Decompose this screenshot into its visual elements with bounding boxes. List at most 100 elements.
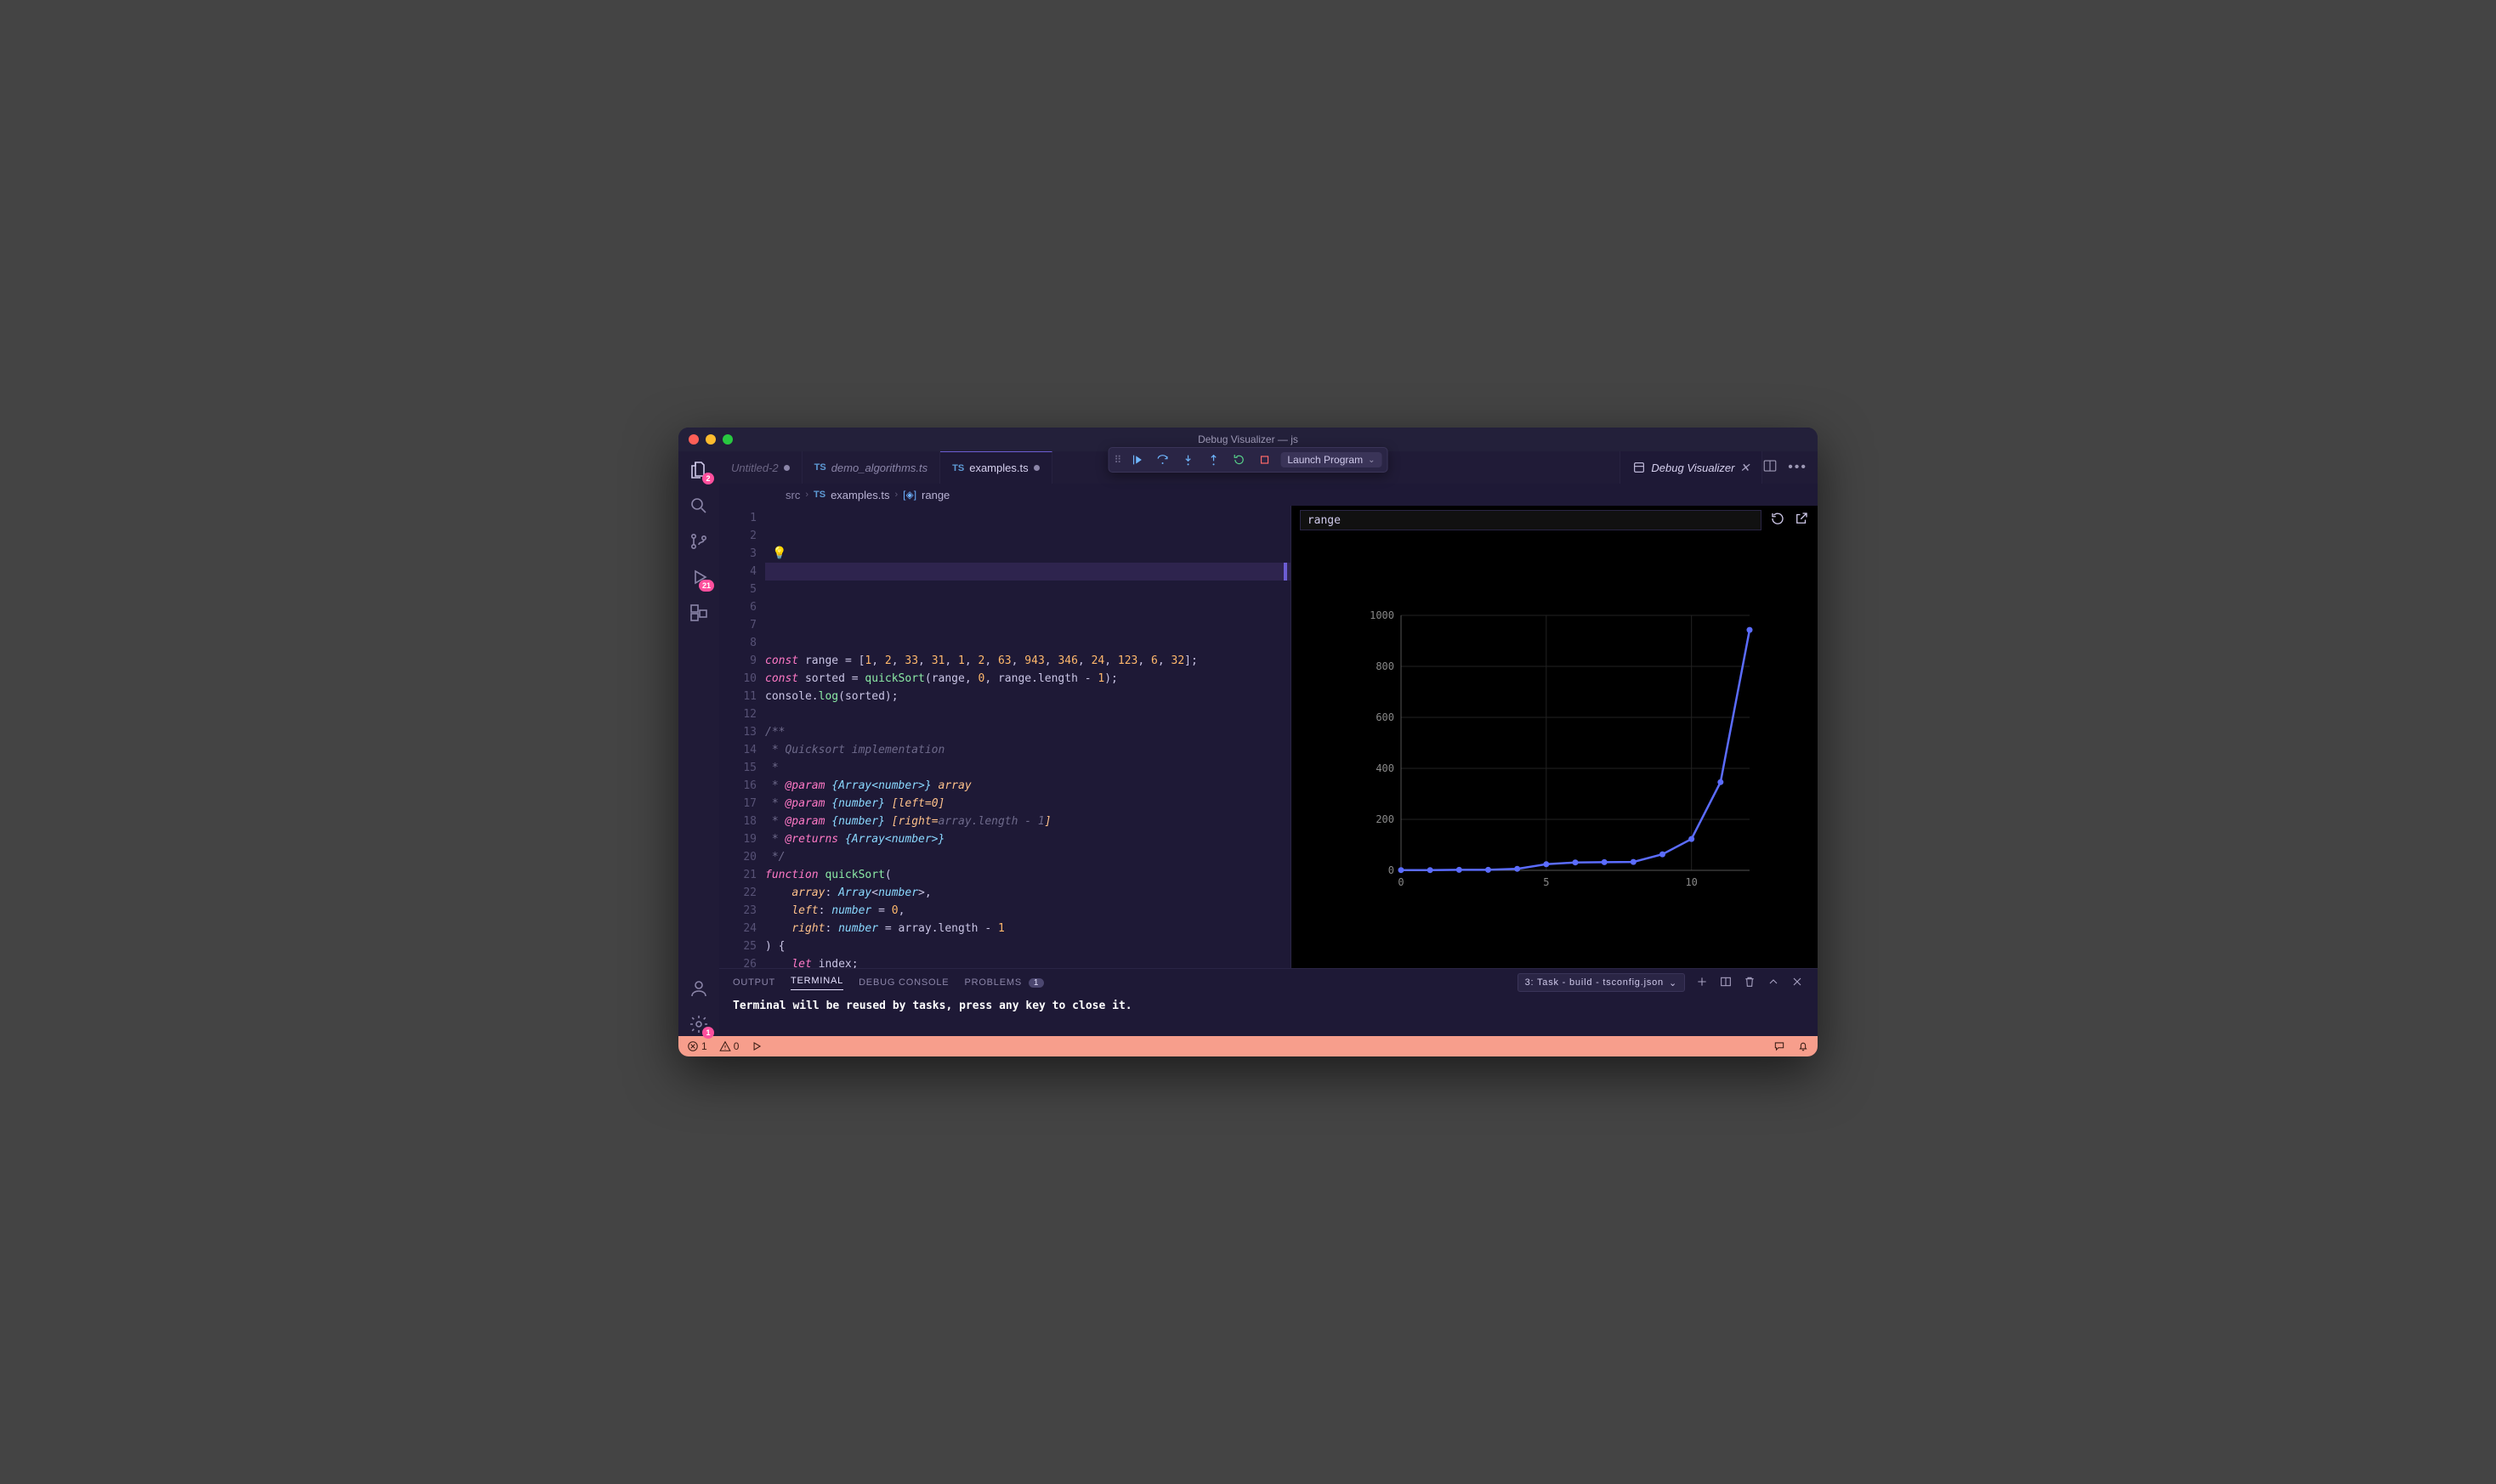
typescript-icon: TS — [814, 462, 826, 473]
panel-tab-label: PROBLEMS — [964, 977, 1022, 988]
terminal-kill-button[interactable] — [1743, 975, 1756, 991]
activity-bar: 2 21 1 — [678, 451, 719, 1036]
editor-more-actions[interactable]: ••• — [1788, 460, 1807, 475]
svg-text:1000: 1000 — [1370, 609, 1395, 621]
search-icon — [689, 496, 709, 516]
visualizer-popout-button[interactable] — [1794, 511, 1809, 530]
status-notifications[interactable] — [1797, 1040, 1809, 1052]
status-feedback[interactable] — [1773, 1040, 1785, 1052]
problems-count-badge: 1 — [1029, 978, 1044, 988]
activity-explorer[interactable]: 2 — [687, 458, 711, 482]
panel-tab-output[interactable]: OUTPUT — [733, 977, 775, 988]
debug-step-out-button[interactable] — [1204, 450, 1222, 469]
status-errors[interactable]: 1 — [687, 1040, 707, 1052]
debug-config-label: Launch Program — [1287, 454, 1363, 466]
svg-text:10: 10 — [1686, 876, 1698, 888]
play-icon — [751, 1040, 763, 1052]
status-run-task[interactable] — [751, 1040, 763, 1052]
status-warnings[interactable]: 0 — [719, 1040, 740, 1052]
debug-continue-button[interactable] — [1127, 450, 1146, 469]
tab-debug-visualizer[interactable]: Debug Visualizer ✕ — [1620, 451, 1762, 484]
split-horizontal-icon — [1762, 458, 1778, 473]
tab-label: Untitled-2 — [731, 462, 779, 474]
dirty-indicator-icon — [784, 465, 790, 471]
code-editor[interactable]: 1234567891011121314151617181920212223242… — [719, 506, 1291, 968]
branch-icon — [689, 531, 709, 552]
tab-label: examples.ts — [969, 462, 1028, 474]
panel-tab-debug-console[interactable]: DEBUG CONSOLE — [859, 977, 949, 988]
code-area[interactable]: 💡 const range = [1, 2, 33, 31, 1, 2, 63,… — [765, 506, 1291, 968]
chevron-down-icon: ⌄ — [1368, 456, 1375, 465]
panel-tab-problems[interactable]: PROBLEMS 1 — [964, 977, 1044, 988]
svg-text:0: 0 — [1388, 864, 1394, 876]
debug-restart-button[interactable] — [1229, 450, 1248, 469]
debug-stop-button[interactable] — [1255, 450, 1274, 469]
execution-marker — [1284, 563, 1287, 581]
tab-examples[interactable]: TS examples.ts — [940, 451, 1052, 484]
svg-text:800: 800 — [1376, 660, 1395, 672]
debug-badge: 21 — [699, 580, 714, 592]
svg-text:600: 600 — [1376, 711, 1395, 723]
window-close-button[interactable] — [689, 434, 699, 445]
typescript-icon: TS — [952, 463, 964, 473]
visualizer-chart: 020040060080010000510 — [1350, 598, 1758, 904]
split-editor-button[interactable] — [1762, 458, 1778, 478]
window-zoom-button[interactable] — [723, 434, 733, 445]
breadcrumb-file[interactable]: examples.ts — [831, 489, 889, 501]
svg-text:0: 0 — [1398, 876, 1404, 888]
window-minimize-button[interactable] — [706, 434, 716, 445]
settings-badge: 1 — [702, 1027, 714, 1039]
breadcrumb-folder[interactable]: src — [786, 489, 800, 501]
execution-highlight — [765, 563, 1291, 581]
debug-step-over-button[interactable] — [1153, 450, 1171, 469]
activity-search[interactable] — [687, 494, 711, 518]
status-warnings-count: 0 — [734, 1040, 740, 1052]
tab-untitled[interactable]: Untitled-2 — [719, 451, 803, 484]
account-icon — [689, 978, 709, 999]
split-icon — [1719, 975, 1733, 988]
trash-icon — [1743, 975, 1756, 988]
terminal-new-button[interactable] — [1695, 975, 1709, 991]
visualizer-expression-input[interactable] — [1300, 510, 1761, 530]
terminal-task-label: 3: Task - build - tsconfig.json — [1525, 977, 1664, 988]
debug-toolbar-grip-icon[interactable]: ⠿ — [1115, 454, 1121, 466]
explorer-badge: 2 — [702, 473, 714, 484]
popout-icon — [1794, 511, 1809, 526]
debug-step-into-button[interactable] — [1178, 450, 1197, 469]
status-bar: 1 0 — [678, 1036, 1818, 1056]
chevron-right-icon: › — [805, 490, 808, 500]
error-icon — [687, 1040, 699, 1052]
activity-scm[interactable] — [687, 530, 711, 553]
terminal-split-button[interactable] — [1719, 975, 1733, 991]
close-icon[interactable]: ✕ — [1739, 461, 1750, 475]
tab-label: Debug Visualizer — [1651, 462, 1734, 474]
close-icon — [1790, 975, 1804, 988]
breadcrumbs[interactable]: src › TS examples.ts › [◈] range — [719, 484, 1818, 506]
chevron-down-icon: ⌄ — [1669, 977, 1677, 988]
chevron-up-icon — [1767, 975, 1780, 988]
activity-settings[interactable]: 1 — [687, 1012, 711, 1036]
lightbulb-icon[interactable]: 💡 — [772, 545, 786, 563]
activity-extensions[interactable] — [687, 601, 711, 625]
activity-account[interactable] — [687, 977, 711, 1000]
panel-tab-terminal[interactable]: TERMINAL — [791, 976, 843, 990]
tab-demo-algorithms[interactable]: TS demo_algorithms.ts — [803, 451, 941, 484]
panel-maximize-button[interactable] — [1767, 975, 1780, 991]
activity-debug[interactable]: 21 — [687, 565, 711, 589]
terminal-body[interactable]: Terminal will be reused by tasks, press … — [719, 996, 1818, 1036]
debug-toolbar[interactable]: ⠿ Launch Program ⌄ — [1109, 447, 1388, 473]
bottom-panel: OUTPUT TERMINAL DEBUG CONSOLE PROBLEMS 1… — [719, 968, 1818, 1036]
debug-config-dropdown[interactable]: Launch Program ⌄ — [1280, 452, 1381, 467]
dirty-indicator-icon — [1034, 465, 1040, 471]
terminal-line: Terminal will be reused by tasks, press … — [733, 1000, 1132, 1012]
warning-icon — [719, 1040, 731, 1052]
terminal-task-dropdown[interactable]: 3: Task - build - tsconfig.json ⌄ — [1517, 973, 1685, 992]
bell-icon — [1797, 1040, 1809, 1052]
debug-visualizer-icon — [1632, 461, 1646, 474]
visualizer-refresh-button[interactable] — [1770, 511, 1785, 530]
symbol-variable-icon: [◈] — [903, 489, 916, 501]
app-window: Debug Visualizer — js ⠿ Launch Program ⌄ — [678, 428, 1818, 1056]
breadcrumb-symbol[interactable]: range — [922, 489, 950, 501]
panel-close-button[interactable] — [1790, 975, 1804, 991]
svg-text:400: 400 — [1376, 762, 1395, 774]
